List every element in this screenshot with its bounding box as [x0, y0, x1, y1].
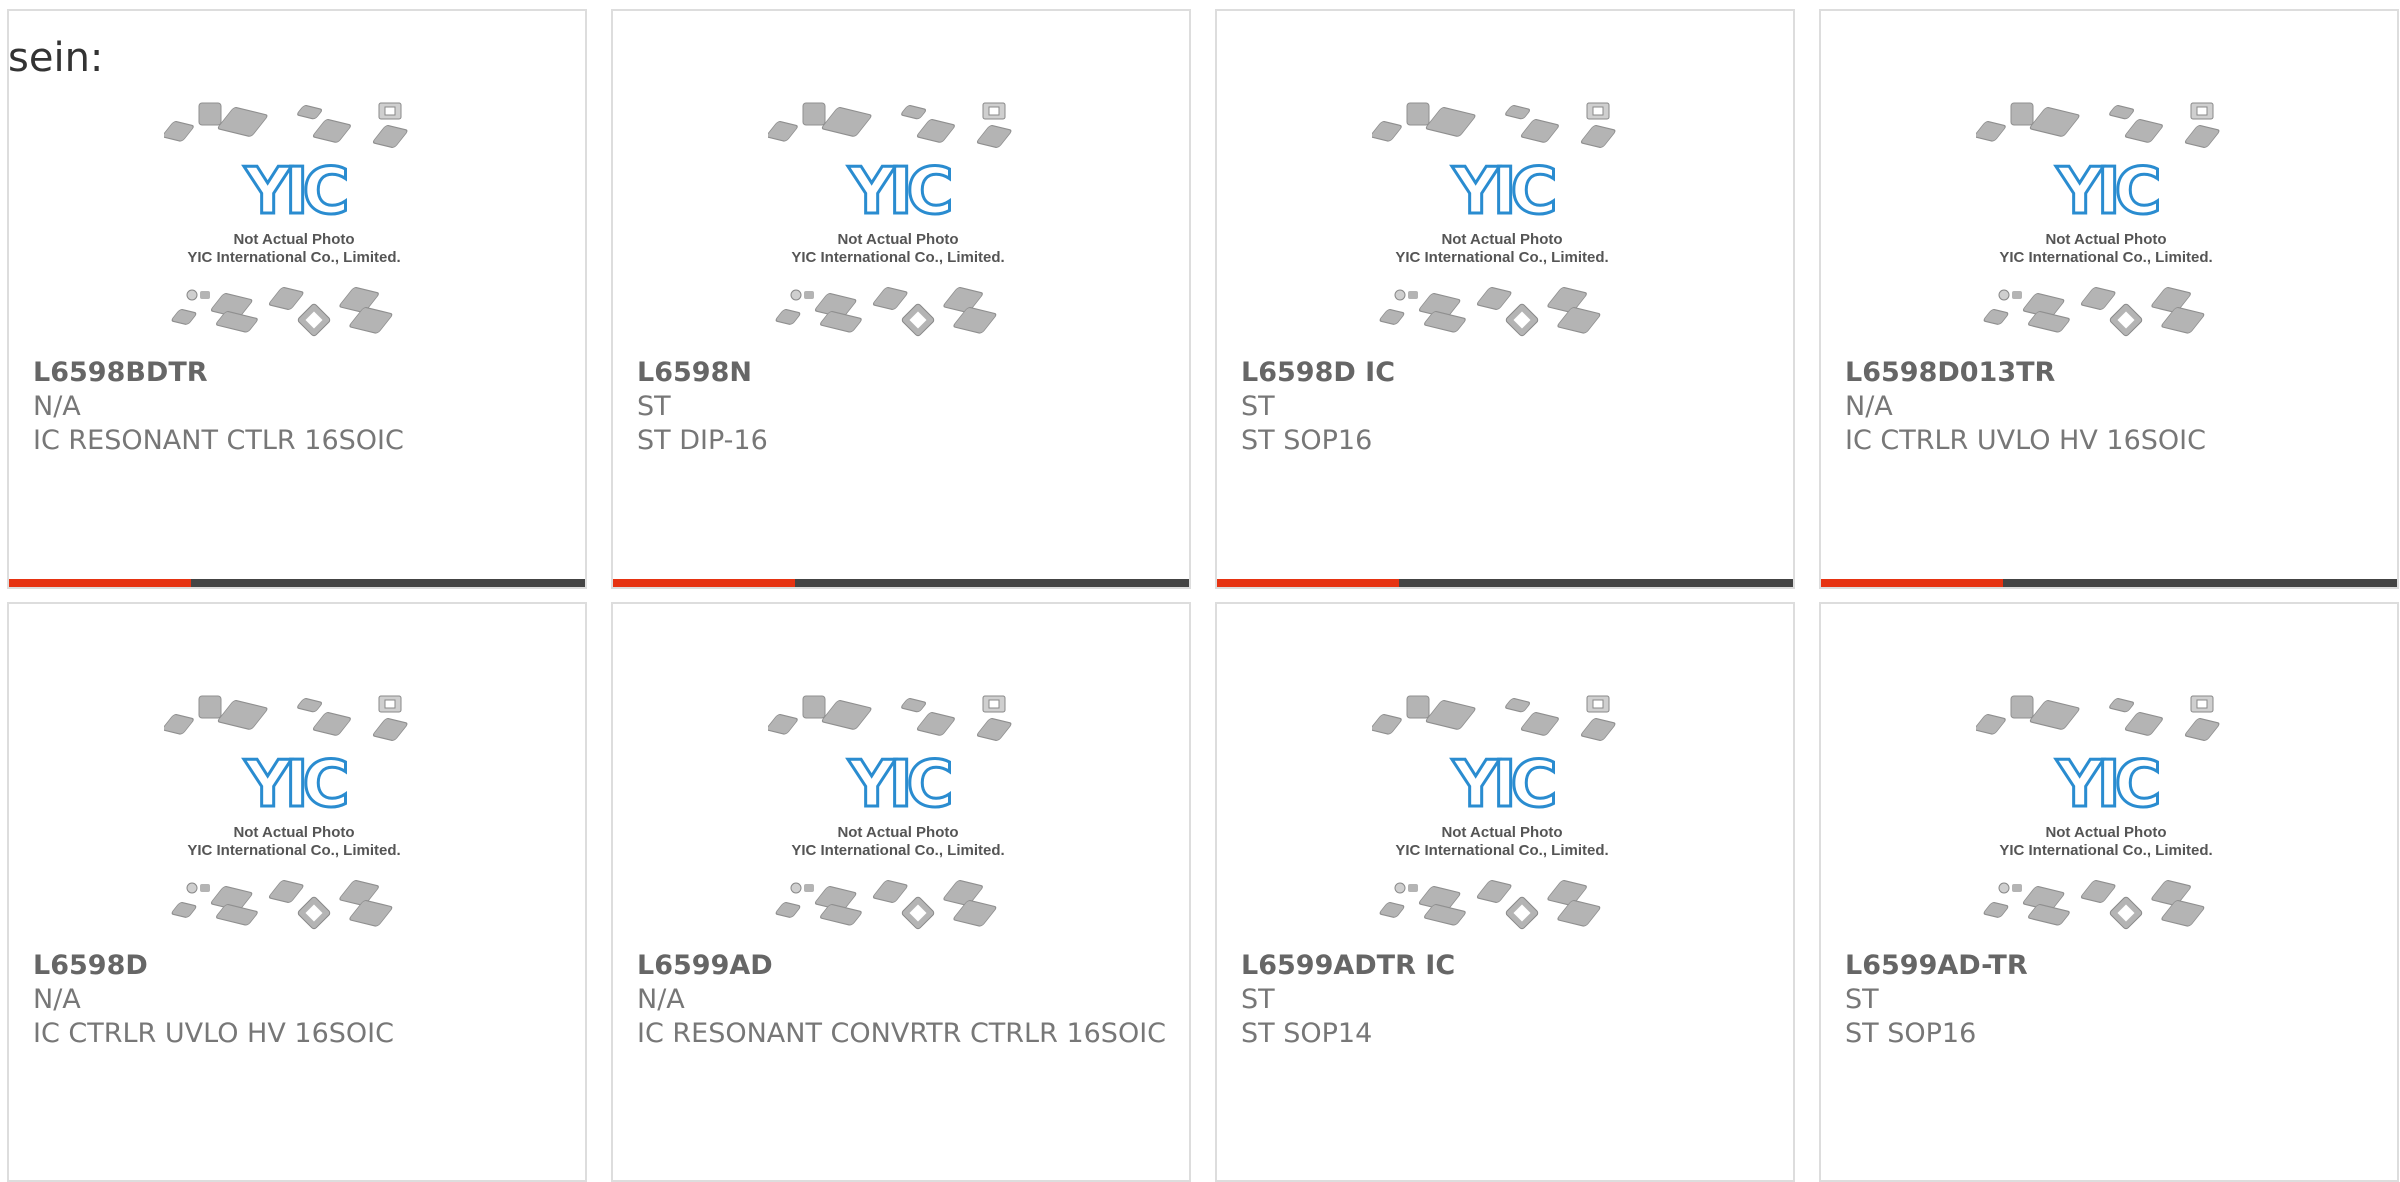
part-number-link[interactable]: L6599AD [637, 949, 1169, 983]
product-info: L6599ADTR IC ST ST SOP14 [1241, 949, 1773, 1051]
manufacturer-label: N/A [33, 984, 81, 1015]
card-accent-bar [613, 579, 795, 587]
yic-logo: YIC [243, 748, 345, 822]
card-bottom-bar [1217, 579, 1793, 587]
manufacturer-label: ST [1845, 984, 1879, 1015]
card-accent-bar [1217, 1172, 1399, 1180]
description-label: ST SOP16 [1845, 1018, 1977, 1049]
svg-text:YIC International Co., Limited: YIC International Co., Limited. [187, 842, 400, 859]
product-info: L6598D IC ST ST SOP16 [1241, 356, 1773, 458]
part-number-link[interactable]: L6599ADTR IC [1241, 949, 1773, 983]
card-accent-bar [1217, 579, 1399, 587]
card-bottom-bar [9, 579, 585, 587]
part-number-link[interactable]: L6599AD-TR [1845, 949, 2377, 983]
part-number-link[interactable]: L6598N [637, 356, 1169, 390]
product-photo-placeholder[interactable]: YIC Not Actual Photo YIC International C… [1976, 101, 2246, 351]
card-accent-bar [613, 1172, 795, 1180]
product-info: L6598N ST ST DIP-16 [637, 356, 1169, 458]
card-bottom-bar [1821, 1172, 2397, 1180]
svg-text:Not Actual Photo: Not Actual Photo [1441, 231, 1562, 248]
description-label: ST SOP16 [1241, 425, 1373, 456]
product-card[interactable]: YIC Not Actual Photo YIC International C… [7, 9, 587, 589]
product-grid: YIC Not Actual Photo YIC International C… [7, 9, 2399, 1182]
yic-logo: YIC [1451, 748, 1553, 822]
product-card[interactable]: YIC Not Actual Photo YIC International C… [1819, 602, 2399, 1182]
product-photo-placeholder[interactable]: YIC Not Actual Photo YIC International C… [1372, 101, 1642, 351]
description-label: IC CTRLR UVLO HV 16SOIC [33, 1018, 394, 1049]
card-bottom-bar [1821, 579, 2397, 587]
part-number-link[interactable]: L6598BDTR [33, 356, 565, 390]
product-card[interactable]: YIC Not Actual Photo YIC International C… [611, 602, 1191, 1182]
svg-text:YIC International Co., Limited: YIC International Co., Limited. [1999, 249, 2212, 266]
svg-text:Not Actual Photo: Not Actual Photo [2045, 231, 2166, 248]
card-accent-bar [1821, 579, 2003, 587]
manufacturer-label: ST [1241, 391, 1275, 422]
svg-text:YIC International Co., Limited: YIC International Co., Limited. [791, 842, 1004, 859]
product-card[interactable]: YIC Not Actual Photo YIC International C… [1215, 9, 1795, 589]
intro-text: sein: [8, 35, 104, 81]
product-photo-placeholder[interactable]: YIC Not Actual Photo YIC International C… [768, 101, 1038, 351]
part-number-link[interactable]: L6598D [33, 949, 565, 983]
svg-text:Not Actual Photo: Not Actual Photo [2045, 824, 2166, 841]
yic-logo: YIC [1451, 155, 1553, 229]
product-info: L6598D013TR N/A IC CTRLR UVLO HV 16SOIC [1845, 356, 2377, 458]
product-card[interactable]: YIC Not Actual Photo YIC International C… [7, 602, 587, 1182]
product-info: L6598BDTR N/A IC RESONANT CTLR 16SOIC [33, 356, 565, 458]
card-bottom-bar [1217, 1172, 1793, 1180]
description-label: IC RESONANT CTLR 16SOIC [33, 425, 404, 456]
yic-logo: YIC [243, 155, 345, 229]
svg-text:Not Actual Photo: Not Actual Photo [837, 231, 958, 248]
description-label: ST DIP-16 [637, 425, 768, 456]
svg-text:Not Actual Photo: Not Actual Photo [233, 824, 354, 841]
svg-text:YIC International Co., Limited: YIC International Co., Limited. [1395, 249, 1608, 266]
product-card[interactable]: YIC Not Actual Photo YIC International C… [1215, 602, 1795, 1182]
product-card[interactable]: YIC Not Actual Photo YIC International C… [1819, 9, 2399, 589]
yic-logo: YIC [847, 155, 949, 229]
svg-text:YIC International Co., Limited: YIC International Co., Limited. [1999, 842, 2212, 859]
card-accent-bar [9, 1172, 191, 1180]
product-photo-placeholder[interactable]: YIC Not Actual Photo YIC International C… [164, 694, 434, 944]
manufacturer-label: N/A [637, 984, 685, 1015]
description-label: IC RESONANT CONVRTR CTRLR 16SOIC [637, 1018, 1167, 1049]
part-number-link[interactable]: L6598D IC [1241, 356, 1773, 390]
manufacturer-label: ST [637, 391, 671, 422]
product-photo-placeholder[interactable]: YIC Not Actual Photo YIC International C… [1976, 694, 2246, 944]
product-info: L6599AD N/A IC RESONANT CONVRTR CTRLR 16… [637, 949, 1169, 1051]
product-photo-placeholder[interactable]: YIC Not Actual Photo YIC International C… [164, 101, 434, 351]
description-label: IC CTRLR UVLO HV 16SOIC [1845, 425, 2206, 456]
card-bottom-bar [613, 1172, 1189, 1180]
part-number-link[interactable]: L6598D013TR [1845, 356, 2377, 390]
svg-text:Not Actual Photo: Not Actual Photo [1441, 824, 1562, 841]
product-card[interactable]: YIC Not Actual Photo YIC International C… [611, 9, 1191, 589]
product-info: L6599AD-TR ST ST SOP16 [1845, 949, 2377, 1051]
card-bottom-bar [613, 579, 1189, 587]
card-accent-bar [1821, 1172, 2003, 1180]
card-bottom-bar [9, 1172, 585, 1180]
card-accent-bar [9, 579, 191, 587]
manufacturer-label: N/A [1845, 391, 1893, 422]
product-info: L6598D N/A IC CTRLR UVLO HV 16SOIC [33, 949, 565, 1051]
yic-logo: YIC [2055, 748, 2157, 822]
svg-text:YIC International Co., Limited: YIC International Co., Limited. [187, 249, 400, 266]
description-label: ST SOP14 [1241, 1018, 1373, 1049]
product-photo-placeholder[interactable]: YIC Not Actual Photo YIC International C… [768, 694, 1038, 944]
svg-text:YIC International Co., Limited: YIC International Co., Limited. [1395, 842, 1608, 859]
svg-text:Not Actual Photo: Not Actual Photo [233, 231, 354, 248]
manufacturer-label: N/A [33, 391, 81, 422]
svg-text:Not Actual Photo: Not Actual Photo [837, 824, 958, 841]
product-photo-placeholder[interactable]: YIC Not Actual Photo YIC International C… [1372, 694, 1642, 944]
yic-logo: YIC [847, 748, 949, 822]
svg-text:YIC International Co., Limited: YIC International Co., Limited. [791, 249, 1004, 266]
yic-logo: YIC [2055, 155, 2157, 229]
manufacturer-label: ST [1241, 984, 1275, 1015]
